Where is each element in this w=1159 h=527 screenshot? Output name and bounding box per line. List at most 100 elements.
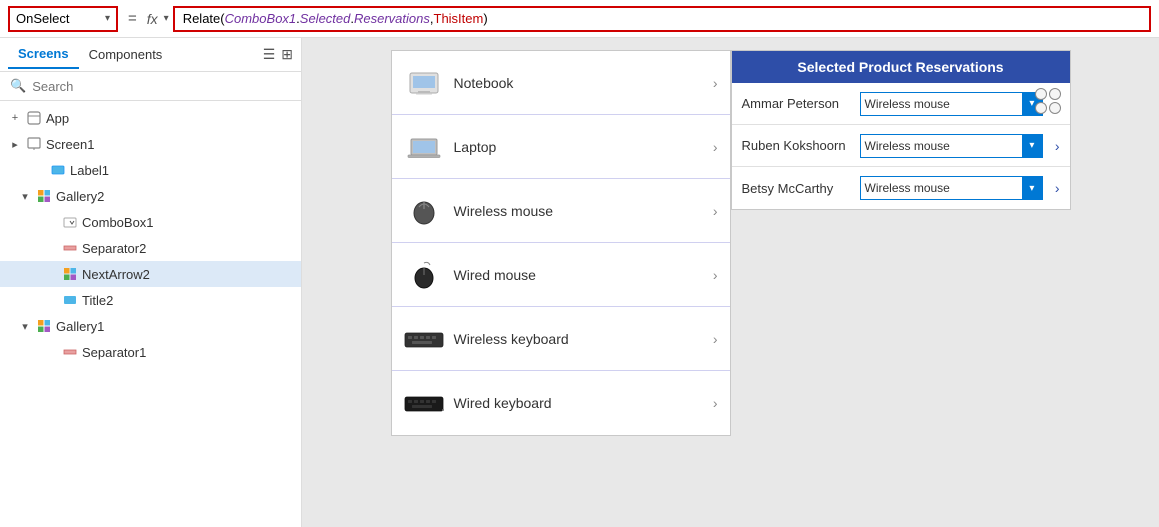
tree-item-gallery2[interactable]: ▾ Gallery2 bbox=[0, 183, 301, 209]
formula-param1c: Reservations bbox=[354, 11, 430, 26]
expand-icon: + bbox=[8, 112, 22, 124]
laptop-icon bbox=[404, 133, 444, 161]
row-chevron-1[interactable]: › bbox=[1055, 138, 1060, 154]
chevron-wireless-mouse: › bbox=[713, 203, 718, 219]
tree-item-nextarrow2[interactable]: NextArrow2 bbox=[0, 261, 301, 287]
reservation-row-2: Betsy McCarthy Wireless mouse ▾ › bbox=[732, 167, 1070, 209]
circle-ind-4 bbox=[1049, 102, 1061, 114]
combobox1-icon bbox=[62, 214, 78, 230]
sidebar-search: 🔍 bbox=[0, 72, 301, 101]
product-item-wireless-mouse[interactable]: Wireless mouse › bbox=[392, 179, 730, 243]
product-label-wired-mouse: Wired mouse bbox=[454, 267, 703, 283]
nextarrow2-icon bbox=[62, 266, 78, 282]
tree-label-app: App bbox=[46, 111, 301, 126]
product-item-laptop[interactable]: Laptop › bbox=[392, 115, 730, 179]
combo-wrap-0: Wireless mouse ▾ bbox=[860, 92, 1043, 116]
sidebar-tab-icons: ☰ ⊞ bbox=[263, 46, 293, 63]
formula-param1: ComboBox1 bbox=[225, 11, 297, 26]
formula-box[interactable]: Relate( ComboBox1.Selected.Reservations,… bbox=[173, 6, 1151, 32]
sidebar-tabs: Screens Components ☰ ⊞ bbox=[0, 38, 301, 72]
chevron-wired-mouse: › bbox=[713, 267, 718, 283]
tree-item-gallery1[interactable]: ▾ Gallery1 bbox=[0, 313, 301, 339]
fx-label: fx bbox=[147, 11, 158, 27]
canvas: Notebook › Laptop › Wireless mouse bbox=[302, 38, 1159, 527]
reservations-header: Selected Product Reservations bbox=[732, 51, 1070, 83]
product-item-wired-keyboard[interactable]: Wired keyboard › bbox=[392, 371, 730, 435]
fx-chevron-icon[interactable]: ▾ bbox=[164, 13, 169, 24]
tree-label-gallery2: Gallery2 bbox=[56, 189, 301, 204]
panels-container: Notebook › Laptop › Wireless mouse bbox=[391, 50, 1071, 436]
gallery1-icon bbox=[36, 318, 52, 334]
tree-item-title2[interactable]: Title2 bbox=[0, 287, 301, 313]
tree-item-screen1[interactable]: ▸ Screen1 bbox=[0, 131, 301, 157]
tree-item-app[interactable]: + App bbox=[0, 105, 301, 131]
product-label-wireless-keyboard: Wireless keyboard bbox=[454, 331, 703, 347]
search-input[interactable] bbox=[32, 79, 291, 94]
grid-view-icon[interactable]: ⊞ bbox=[281, 46, 293, 63]
product-item-notebook[interactable]: Notebook › bbox=[392, 51, 730, 115]
chevron-wired-keyboard: › bbox=[713, 395, 718, 411]
property-value: OnSelect bbox=[16, 11, 69, 26]
circle-ind-1 bbox=[1035, 88, 1047, 100]
chevron-notebook: › bbox=[713, 75, 718, 91]
chevron-laptop: › bbox=[713, 139, 718, 155]
title2-icon bbox=[62, 292, 78, 308]
product-label-notebook: Notebook bbox=[454, 75, 703, 91]
tree-label-combobox1: ComboBox1 bbox=[82, 215, 301, 230]
tree-label-gallery1: Gallery1 bbox=[56, 319, 301, 334]
main-layout: Screens Components ☰ ⊞ 🔍 + App bbox=[0, 38, 1159, 527]
property-select[interactable]: OnSelect ▾ bbox=[8, 6, 118, 32]
tree-label-separator1: Separator1 bbox=[82, 345, 301, 360]
combo-value-0: Wireless mouse bbox=[865, 97, 1022, 111]
expand-gallery1[interactable]: ▾ bbox=[18, 320, 32, 333]
tab-components[interactable]: Components bbox=[79, 41, 173, 68]
wireless-mouse-icon bbox=[404, 197, 444, 225]
app-icon bbox=[26, 110, 42, 126]
circle-ind-2 bbox=[1049, 88, 1061, 100]
expand-gallery2[interactable]: ▾ bbox=[18, 190, 32, 203]
chevron-wireless-keyboard: › bbox=[713, 331, 718, 347]
tree-label-label1: Label1 bbox=[70, 163, 301, 178]
wired-keyboard-icon bbox=[404, 392, 444, 414]
label1-icon bbox=[50, 162, 66, 178]
product-label-wireless-mouse: Wireless mouse bbox=[454, 203, 703, 219]
formula-fn: Relate( bbox=[183, 11, 225, 26]
combo-select-0[interactable]: Wireless mouse ▾ bbox=[860, 92, 1043, 116]
tree-label-nextarrow2: NextArrow2 bbox=[82, 267, 301, 282]
product-label-laptop: Laptop bbox=[454, 139, 703, 155]
person-name-2: Betsy McCarthy bbox=[742, 181, 852, 196]
tab-screens[interactable]: Screens bbox=[8, 40, 79, 69]
sidebar: Screens Components ☰ ⊞ 🔍 + App bbox=[0, 38, 302, 527]
expand-screen1[interactable]: ▸ bbox=[8, 138, 22, 151]
tree-item-label1[interactable]: Label1 bbox=[0, 157, 301, 183]
tree-label-title2: Title2 bbox=[82, 293, 301, 308]
separator2-icon bbox=[62, 240, 78, 256]
tree-item-separator2[interactable]: Separator2 bbox=[0, 235, 301, 261]
fx-area: fx ▾ Relate( ComboBox1.Selected.Reservat… bbox=[147, 6, 1151, 32]
product-panel: Notebook › Laptop › Wireless mouse bbox=[391, 50, 731, 436]
tree-item-separator1[interactable]: Separator1 bbox=[0, 339, 301, 365]
combo-value-2: Wireless mouse bbox=[865, 181, 1022, 195]
combo-select-1[interactable]: Wireless mouse ▾ bbox=[860, 134, 1043, 158]
list-view-icon[interactable]: ☰ bbox=[263, 46, 276, 63]
combo-btn-2[interactable]: ▾ bbox=[1022, 176, 1042, 200]
product-item-wired-mouse[interactable]: Wired mouse › bbox=[392, 243, 730, 307]
tree-label-screen1: Screen1 bbox=[46, 137, 301, 152]
tree-label-separator2: Separator2 bbox=[82, 241, 301, 256]
wired-mouse-icon bbox=[404, 261, 444, 289]
circle-ind-3 bbox=[1035, 102, 1047, 114]
person-name-1: Ruben Kokshoorn bbox=[742, 138, 852, 153]
wireless-keyboard-icon bbox=[404, 328, 444, 350]
person-name-0: Ammar Peterson bbox=[742, 96, 852, 111]
search-icon: 🔍 bbox=[10, 78, 26, 94]
tree-area: + App ▸ Screen1 Label1 bbox=[0, 101, 301, 527]
property-chevron: ▾ bbox=[105, 13, 110, 24]
tree-item-combobox1[interactable]: ComboBox1 bbox=[0, 209, 301, 235]
combo-btn-1[interactable]: ▾ bbox=[1022, 134, 1042, 158]
reservations-panel: Selected Product Reservations Ammar Pete… bbox=[731, 50, 1071, 210]
row-chevron-2[interactable]: › bbox=[1055, 180, 1060, 196]
product-item-wireless-keyboard[interactable]: Wireless keyboard › bbox=[392, 307, 730, 371]
reservation-row-0: Ammar Peterson Wireless mouse ▾ bbox=[732, 83, 1070, 125]
equals-sign: = bbox=[124, 10, 141, 27]
combo-select-2[interactable]: Wireless mouse ▾ bbox=[860, 176, 1043, 200]
